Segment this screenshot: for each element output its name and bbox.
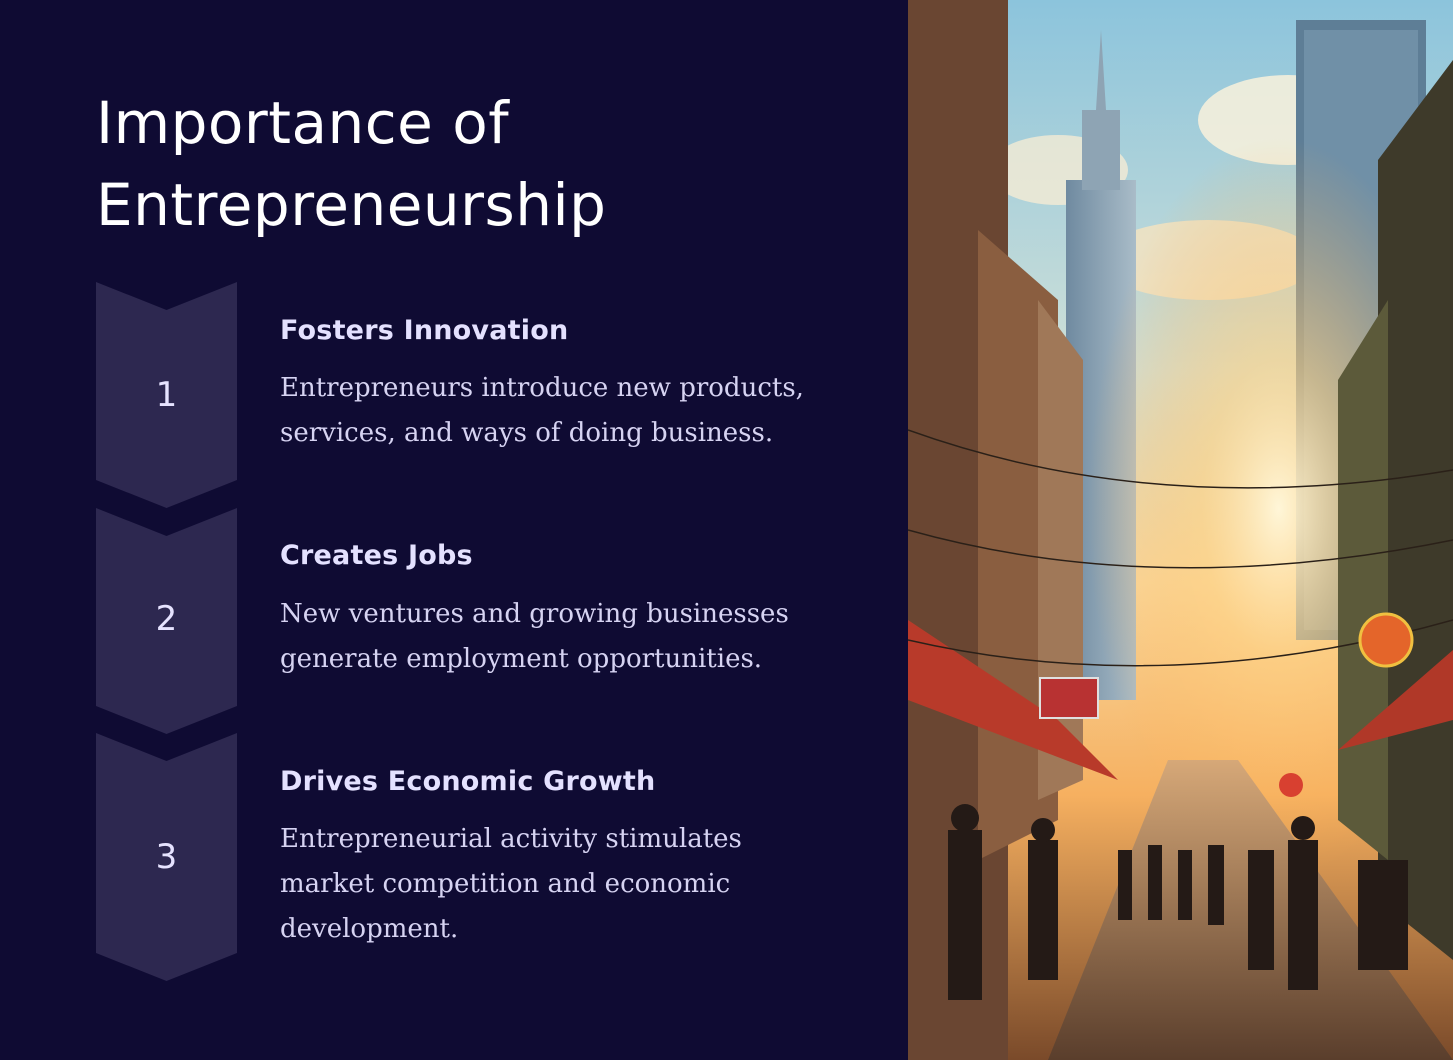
step-number: 3 [155,837,178,877]
step-heading: Fosters Innovation [280,315,569,346]
step-description: Entrepreneurial activity stimulates mark… [280,824,742,944]
step-number: 2 [155,599,178,639]
step-description: New ventures and growing businesses gene… [280,599,789,674]
slide-title: Importance of Entrepreneurship [96,89,607,239]
content-panel: Importance of Entrepreneurship 1 Fosters… [0,0,908,1060]
step-heading: Creates Jobs [280,540,473,571]
step-number: 1 [155,375,178,415]
step-description: Entrepreneurs introduce new products, se… [280,373,804,448]
step-heading: Drives Economic Growth [280,766,656,797]
city-street-photo [908,0,1453,1060]
